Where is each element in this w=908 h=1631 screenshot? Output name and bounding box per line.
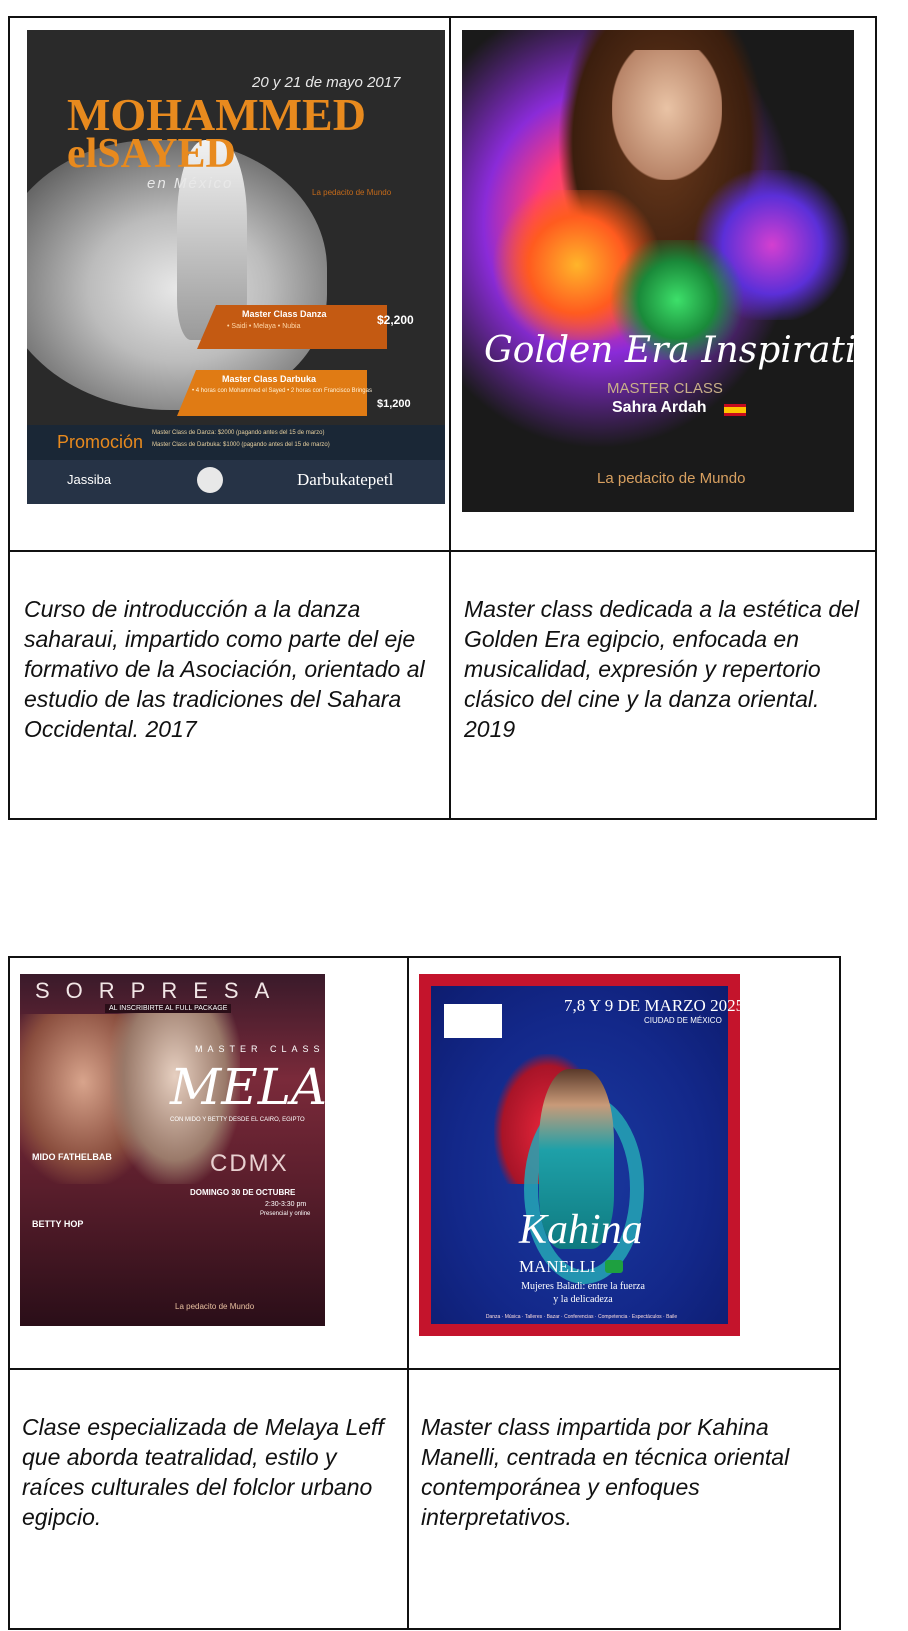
master-class-label: MASTER CLASS	[195, 1044, 325, 1054]
poster-cell: SORPRESA AL INSCRIBIRTE AL FULL PACKAGE …	[8, 956, 409, 1370]
poster-festival-logo: La pedacito de Mundo	[312, 188, 392, 197]
poster-mohammed-el-sayed: 20 y 21 de mayo 2017 MOHAMMED elSAYED en…	[27, 30, 445, 504]
caption-text: Master class impartida por Kahina Manell…	[421, 1414, 790, 1530]
danza-items: • Saidi • Melaya • Nubia	[227, 323, 301, 330]
full-package-banner: AL INSCRIBIRTE AL FULL PACKAGE	[105, 1004, 232, 1013]
festival-logo: La pedacito de Mundo	[175, 1302, 255, 1311]
caption-cell: Clase especializada de Melaya Leff que a…	[8, 1368, 409, 1630]
city-label: CDMX	[210, 1150, 289, 1177]
caption-text: Master class dedicada a la estética del …	[464, 596, 860, 742]
sorpresa-title: SORPRESA	[35, 978, 286, 1003]
gallery-table-1: 20 y 21 de mayo 2017 MOHAMMED elSAYED en…	[8, 16, 877, 820]
gallery-table-2: SORPRESA AL INSCRIBIRTE AL FULL PACKAGE …	[8, 956, 841, 1630]
betty-name: BETTY HOP	[32, 1219, 84, 1229]
poster-subtitle: en México	[147, 175, 234, 192]
festival-logo: La pedacito de Mundo	[597, 470, 746, 487]
spain-flag-icon	[724, 404, 746, 416]
event-mode: Presencial y online	[260, 1211, 311, 1217]
promo-line2: Master Class de Darbuka: $1000 (pagando …	[152, 442, 330, 448]
emblem-icon	[197, 467, 223, 493]
artist-name: Kahina	[519, 1207, 643, 1253]
promo-label: Promoción	[57, 432, 144, 452]
darbuka-title: Master Class Darbuka	[222, 374, 317, 384]
poster-kahina: 7,8 Y 9 DE MARZO 2025 CIUDAD DE MÉXICO K…	[419, 974, 740, 1336]
caption-cell: Curso de introducción a la danza saharau…	[8, 550, 451, 820]
logo-jassiba: Jassiba	[67, 472, 112, 487]
poster-cell: Golden Era Inspiration MASTER CLASS Sahr…	[449, 16, 877, 552]
caption-text: Clase especializada de Melaya Leff que a…	[22, 1414, 384, 1530]
event-time: 2:30-3:30 pm	[265, 1201, 307, 1208]
darbuka-price: $1,200	[377, 398, 411, 410]
mido-name: MIDO FATHELBAB	[32, 1152, 112, 1162]
caption-cell: Master class dedicada a la estética del …	[449, 550, 877, 820]
poster-name-line2: elSAYED	[67, 131, 236, 177]
dancer-face	[612, 50, 722, 180]
event-activities: Danza · Música · Talleres · Bazar · Conf…	[485, 1314, 678, 1320]
caption-cell: Master class impartida por Kahina Manell…	[407, 1368, 841, 1630]
darbuka-items: • 4 horas con Mohammed el Sayed • 2 hora…	[192, 388, 372, 394]
brazil-flag-icon	[605, 1260, 623, 1273]
with-line: CON MIDO Y BETTY DESDE EL CAIRO, EGIPTO	[170, 1117, 305, 1123]
danza-price: $2,200	[377, 313, 414, 327]
caption-text: Curso de introducción a la danza saharau…	[24, 596, 425, 742]
artist-surname: MANELLI	[519, 1257, 596, 1276]
promo-line1: Master Class de Danza: $2000 (pagando an…	[152, 430, 325, 436]
danza-title: Master Class Danza	[242, 309, 327, 319]
event-tagline: Mujeres Baladi: entre la fuerza y la del…	[521, 1281, 645, 1305]
teacher-name: Sahra Ardah	[612, 399, 707, 416]
poster-melaya: SORPRESA AL INSCRIBIRTE AL FULL PACKAGE …	[20, 974, 325, 1326]
poster-cell: 7,8 Y 9 DE MARZO 2025 CIUDAD DE MÉXICO K…	[407, 956, 841, 1370]
poster-golden-era: Golden Era Inspiration MASTER CLASS Sahr…	[462, 30, 854, 512]
event-city: CIUDAD DE MÉXICO	[644, 1016, 722, 1025]
festival-logo	[444, 1004, 502, 1038]
melaya-title: MELAYA	[170, 1058, 325, 1116]
master-class-label: MASTER CLASS	[607, 380, 723, 397]
event-date: 7,8 Y 9 DE MARZO 2025	[564, 996, 740, 1015]
logo-darbukatepetl: Darbukatepetl	[297, 470, 394, 489]
event-date: DOMINGO 30 DE OCTUBRE	[190, 1188, 296, 1197]
golden-era-title: Golden Era Inspiration	[484, 330, 854, 371]
poster-cell: 20 y 21 de mayo 2017 MOHAMMED elSAYED en…	[8, 16, 451, 552]
